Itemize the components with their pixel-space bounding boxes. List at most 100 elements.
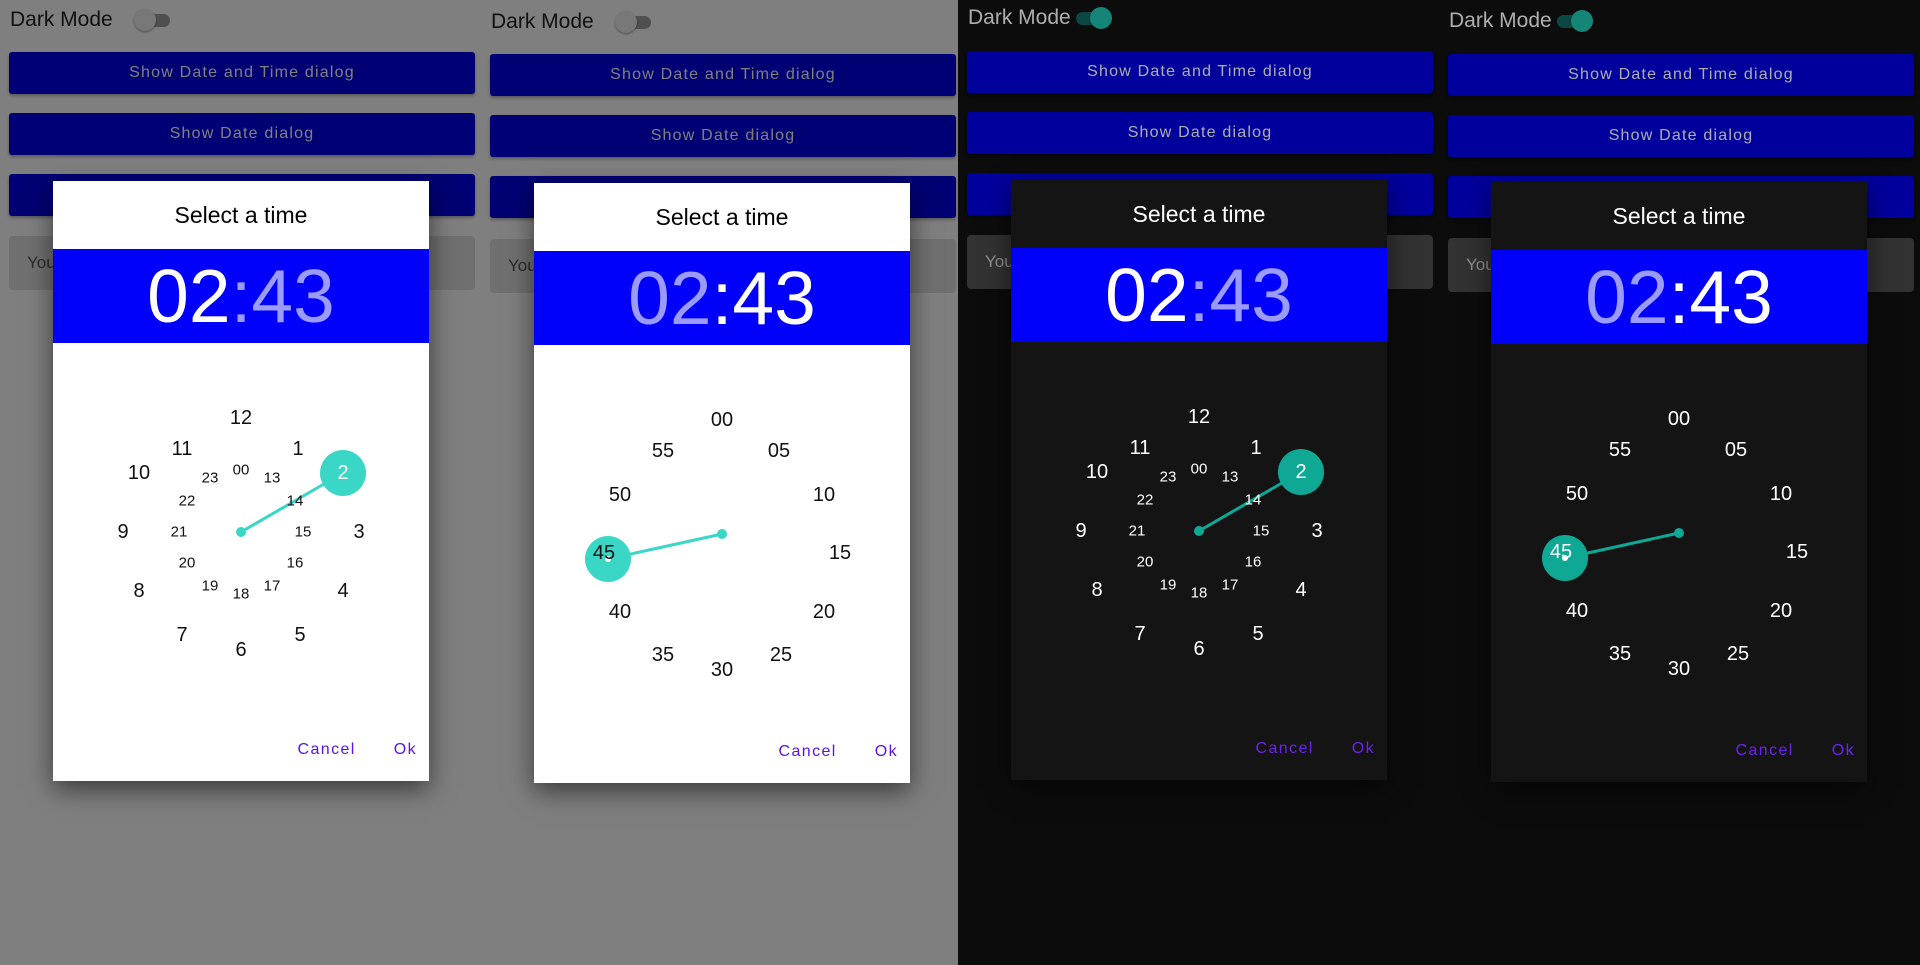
clock-hour-20[interactable]: 20 (1137, 554, 1154, 571)
clock-minute-50[interactable]: 50 (1566, 483, 1588, 505)
clock-minute-35[interactable]: 35 (1609, 643, 1631, 665)
clock-hour-23[interactable]: 23 (202, 470, 219, 487)
clock-hour-21[interactable]: 21 (171, 524, 188, 541)
minute-display[interactable]: 43 (732, 260, 815, 336)
clock-hour-3[interactable]: 3 (1311, 520, 1322, 542)
clock-minute-10[interactable]: 10 (1770, 483, 1792, 505)
clock-minute-05[interactable]: 05 (768, 440, 790, 462)
clock-hour-16[interactable]: 16 (1245, 554, 1262, 571)
time-picker-dialog: Select a time 02:43 00 05 10 15 20 25 30… (1491, 182, 1867, 782)
minute-display[interactable]: 43 (1689, 259, 1772, 335)
clock-hour-8[interactable]: 8 (133, 580, 144, 602)
clock-hour-18[interactable]: 18 (1191, 585, 1208, 602)
clock-hour-00[interactable]: 00 (233, 462, 250, 479)
clock-hour-3[interactable]: 3 (353, 521, 364, 543)
clock-hour-2[interactable]: 2 (337, 462, 348, 484)
minute-display[interactable]: 43 (251, 258, 334, 334)
clock-svg: 00 05 10 15 20 25 30 35 40 45 50 55 (585, 409, 851, 681)
clock-minute-35[interactable]: 35 (652, 644, 674, 666)
cancel-button[interactable]: Cancel (286, 733, 368, 767)
clock-hour-4[interactable]: 4 (337, 580, 348, 602)
clock-hour-19[interactable]: 19 (202, 578, 219, 595)
clock-hour-20[interactable]: 20 (179, 555, 196, 572)
clock-hour-15[interactable]: 15 (295, 524, 312, 541)
clock-minute-00[interactable]: 00 (1668, 408, 1690, 430)
clock-hour-5[interactable]: 5 (294, 624, 305, 646)
clock-minute-55[interactable]: 55 (652, 440, 674, 462)
ok-button[interactable]: Ok (382, 733, 429, 767)
clock-minute-15[interactable]: 15 (1786, 541, 1808, 563)
clock-hour-21[interactable]: 21 (1129, 523, 1146, 540)
clock-minute-00[interactable]: 00 (711, 409, 733, 431)
clock-hour-12[interactable]: 12 (1188, 406, 1210, 428)
hour-display[interactable]: 02 (1585, 259, 1668, 335)
clock-hour-10[interactable]: 10 (128, 462, 150, 484)
clock-hour-12[interactable]: 12 (230, 407, 252, 429)
cancel-button[interactable]: Cancel (767, 735, 849, 769)
cancel-button[interactable]: Cancel (1244, 732, 1326, 766)
clock-hour-8[interactable]: 8 (1091, 579, 1102, 601)
clock-face[interactable]: 12 1 2 3 4 5 6 7 8 9 10 11 00 13 14 15 1 (53, 343, 429, 715)
clock-hour-14[interactable]: 14 (1245, 492, 1262, 509)
clock-minute-55[interactable]: 55 (1609, 439, 1631, 461)
time-picker-dialog: Select a time 02:43 12 1 2 3 4 5 6 7 8 9… (53, 181, 429, 781)
clock-hour-14[interactable]: 14 (287, 493, 304, 510)
clock-hour-7[interactable]: 7 (1134, 623, 1145, 645)
hour-display[interactable]: 02 (1105, 257, 1188, 333)
clock-face[interactable]: 00 05 10 15 20 25 30 35 40 45 50 55 (534, 345, 910, 717)
clock-minute-30[interactable]: 30 (1668, 658, 1690, 680)
dialog-title: Select a time (174, 201, 308, 228)
ok-button[interactable]: Ok (1340, 732, 1387, 766)
clock-hour-9[interactable]: 9 (117, 521, 128, 543)
clock-minute-25[interactable]: 25 (1727, 643, 1749, 665)
minute-display[interactable]: 43 (1209, 257, 1292, 333)
clock-hour-1[interactable]: 1 (1250, 437, 1261, 459)
clock-hour-4[interactable]: 4 (1295, 579, 1306, 601)
clock-minute-25[interactable]: 25 (770, 644, 792, 666)
clock-svg: 00 05 10 15 20 25 30 35 40 45 50 55 (1542, 408, 1808, 680)
clock-hour-17[interactable]: 17 (1222, 577, 1239, 594)
clock-minute-40[interactable]: 40 (1566, 600, 1588, 622)
clock-hour-13[interactable]: 13 (264, 470, 281, 487)
clock-hour-22[interactable]: 22 (179, 493, 196, 510)
clock-hour-19[interactable]: 19 (1160, 577, 1177, 594)
clock-hour-23[interactable]: 23 (1160, 469, 1177, 486)
cancel-button[interactable]: Cancel (1724, 734, 1806, 768)
clock-hour-16[interactable]: 16 (287, 555, 304, 572)
clock-hour-1[interactable]: 1 (292, 438, 303, 460)
hour-display[interactable]: 02 (147, 258, 230, 334)
clock-face[interactable]: 12 1 2 3 4 5 6 7 8 9 10 11 00 13 14 15 1 (1011, 342, 1387, 714)
clock-hour-6[interactable]: 6 (235, 639, 246, 661)
clock-hour-22[interactable]: 22 (1137, 492, 1154, 509)
clock-hour-2[interactable]: 2 (1295, 461, 1306, 483)
clock-hour-7[interactable]: 7 (176, 624, 187, 646)
clock-hour-18[interactable]: 18 (233, 586, 250, 603)
clock-minute-15[interactable]: 15 (829, 542, 851, 564)
clock-center-dot (1674, 528, 1684, 538)
clock-minute-40[interactable]: 40 (609, 601, 631, 623)
clock-minute-20[interactable]: 20 (813, 601, 835, 623)
time-header: 02:43 (534, 251, 910, 345)
clock-hour-9[interactable]: 9 (1075, 520, 1086, 542)
clock-hour-13[interactable]: 13 (1222, 469, 1239, 486)
clock-minute-45[interactable]: 45 (593, 542, 615, 564)
clock-face[interactable]: 00 05 10 15 20 25 30 35 40 45 50 55 (1491, 344, 1867, 716)
clock-minute-05[interactable]: 05 (1725, 439, 1747, 461)
clock-hour-5[interactable]: 5 (1252, 623, 1263, 645)
hour-display[interactable]: 02 (628, 260, 711, 336)
clock-hour-17[interactable]: 17 (264, 578, 281, 595)
clock-hour-15[interactable]: 15 (1253, 523, 1270, 540)
clock-minute-20[interactable]: 20 (1770, 600, 1792, 622)
clock-hour-10[interactable]: 10 (1086, 461, 1108, 483)
ok-button[interactable]: Ok (863, 735, 910, 769)
clock-minute-45[interactable]: 45 (1550, 541, 1572, 563)
clock-center-dot (1194, 526, 1204, 536)
ok-button[interactable]: Ok (1820, 734, 1867, 768)
clock-minute-50[interactable]: 50 (609, 484, 631, 506)
clock-minute-30[interactable]: 30 (711, 659, 733, 681)
clock-hour-11[interactable]: 11 (1130, 437, 1151, 459)
clock-hour-11[interactable]: 11 (172, 438, 193, 460)
clock-hour-6[interactable]: 6 (1193, 638, 1204, 660)
clock-minute-10[interactable]: 10 (813, 484, 835, 506)
clock-hour-00[interactable]: 00 (1191, 461, 1208, 478)
